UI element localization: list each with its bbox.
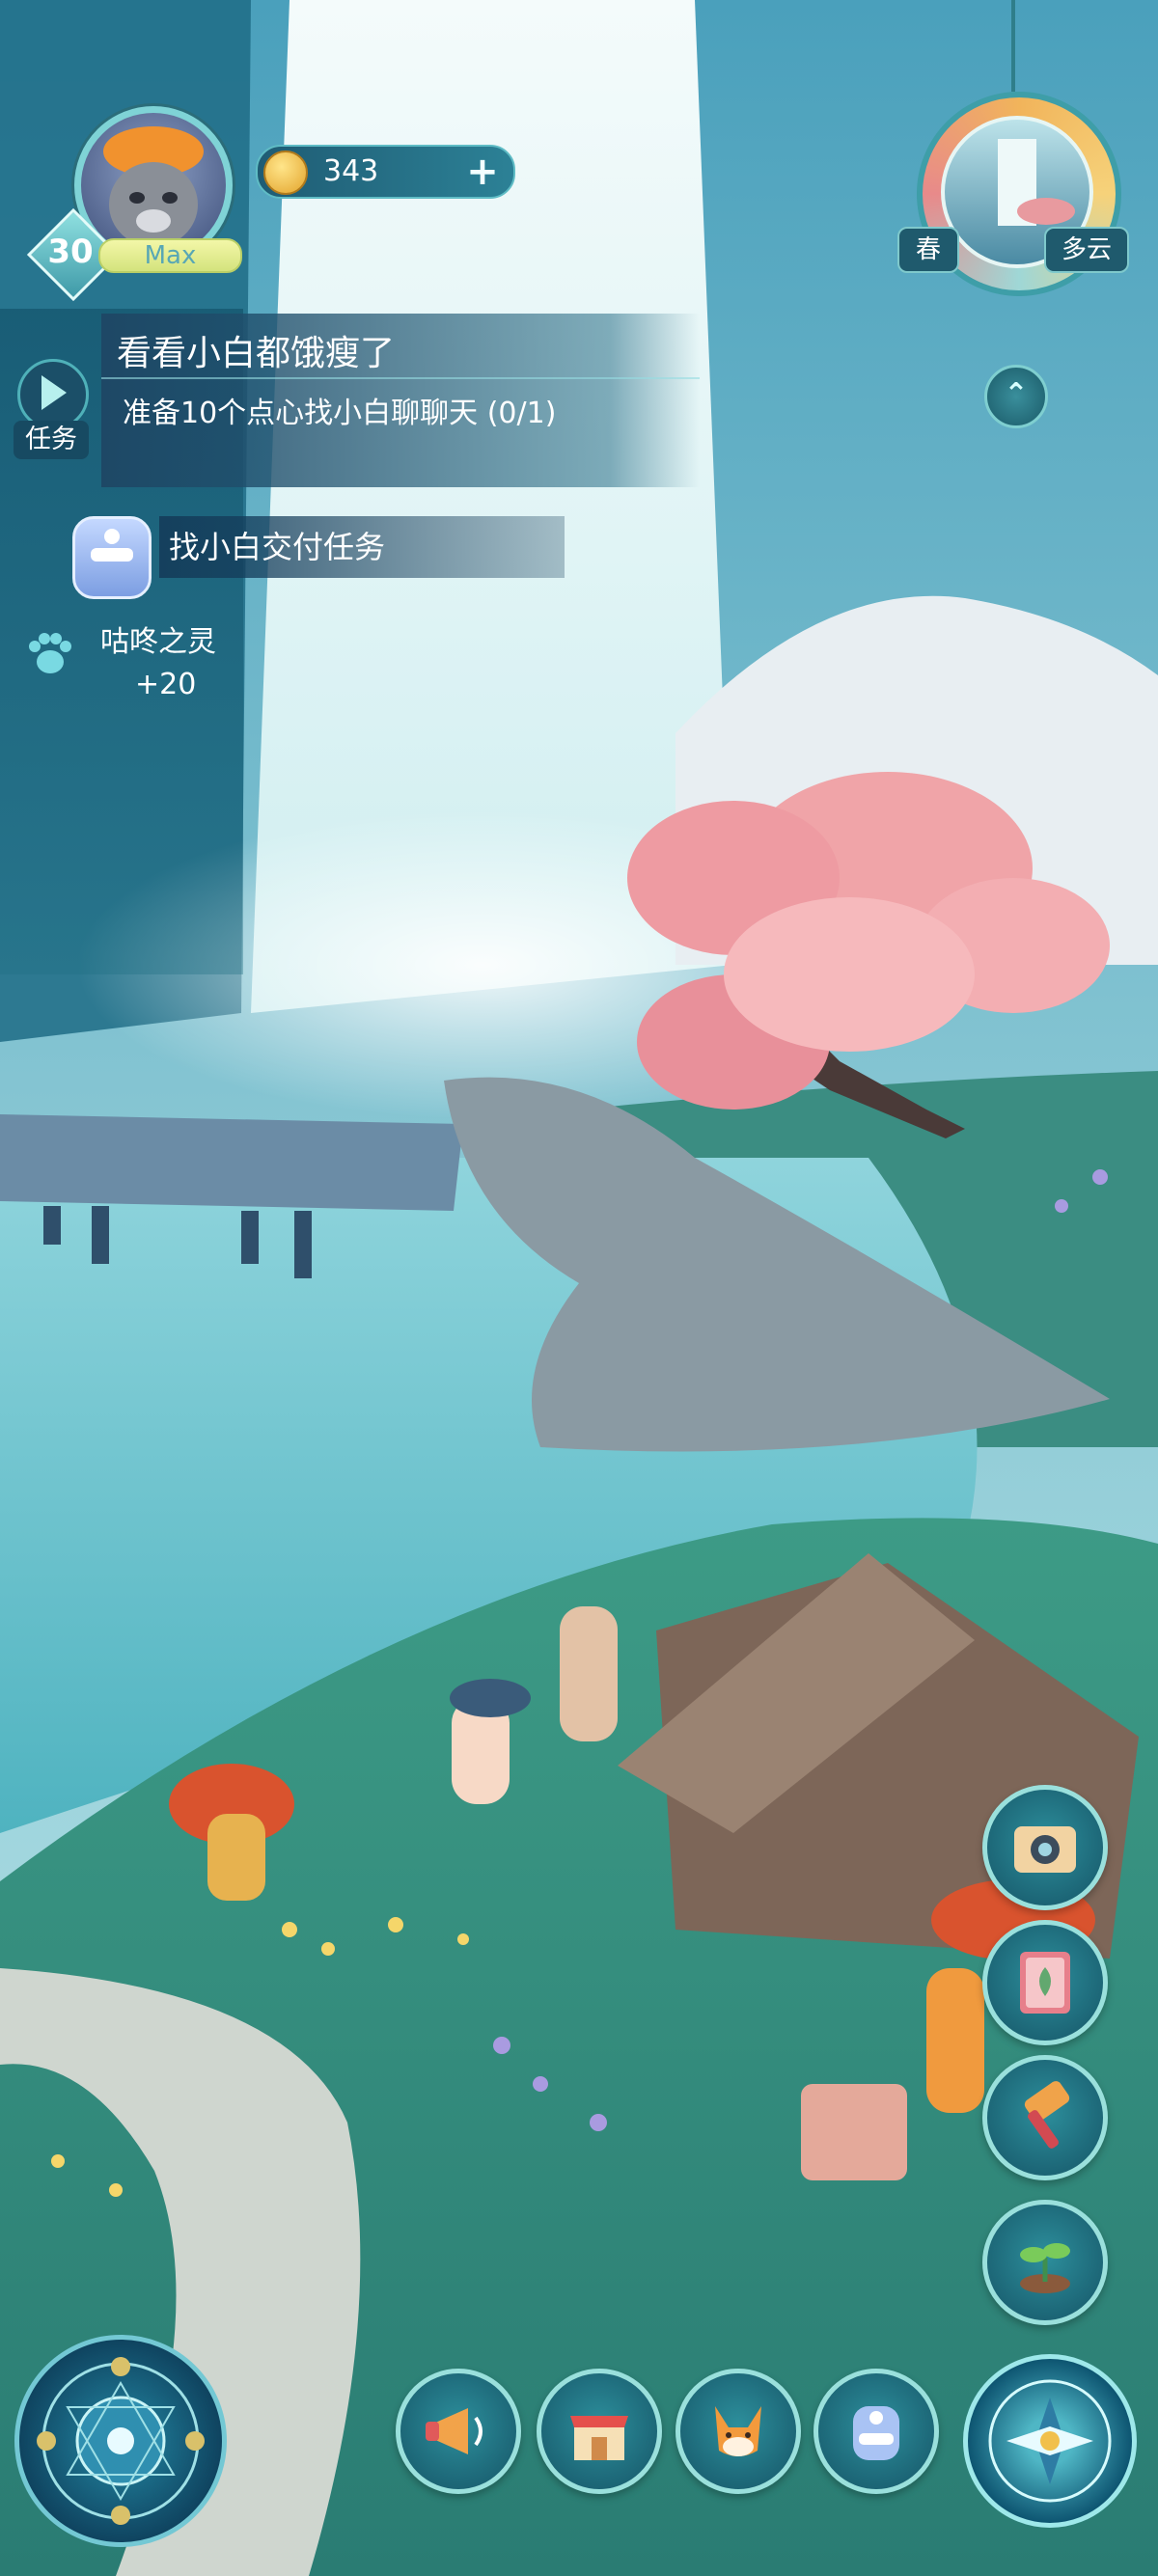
player-profile[interactable]: 30 Max — [26, 96, 242, 302]
dial-string — [1011, 0, 1015, 92]
player-name: Max — [98, 238, 242, 273]
backpack-icon — [853, 2406, 899, 2460]
deliver-task-hint: 找小白交付任务 — [169, 529, 386, 565]
weather-label: 多云 — [1044, 227, 1129, 273]
task-card[interactable]: 看看小白都饿瘦了 准备10个点心找小白聊聊天 (0/1) — [101, 314, 700, 487]
coin-counter: 343 + — [256, 145, 515, 199]
camera-icon — [1014, 1826, 1076, 1873]
build-button[interactable] — [982, 2055, 1108, 2180]
paw-icon — [29, 633, 71, 673]
shop-icon — [570, 2416, 628, 2460]
reward-name: 咕咚之灵 — [100, 625, 216, 659]
magic-circle-button[interactable] — [14, 2335, 227, 2547]
announcement-button[interactable] — [396, 2369, 521, 2494]
task-description: 准备10个点心找小白聊聊天 (0/1) — [123, 397, 557, 430]
camera-button[interactable] — [982, 1785, 1108, 1910]
coin-icon — [263, 151, 308, 195]
hammer-icon — [1024, 2081, 1070, 2149]
backpack-icon — [72, 516, 152, 599]
task-toggle-button[interactable] — [17, 359, 89, 430]
backpack-button[interactable] — [813, 2369, 939, 2494]
reward-amount: +20 — [135, 668, 197, 701]
task-divider — [101, 377, 700, 379]
plant-button[interactable] — [982, 2200, 1108, 2325]
pets-button[interactable] — [676, 2369, 801, 2494]
magic-circle-icon — [37, 2357, 205, 2525]
deliver-task-row[interactable]: 找小白交付任务 — [72, 516, 565, 599]
add-coins-button[interactable]: + — [461, 151, 504, 193]
album-icon — [1020, 1952, 1070, 2014]
season-weather-dial[interactable]: 春 多云 — [897, 0, 1129, 314]
shop-button[interactable] — [537, 2369, 662, 2494]
task-tab-label[interactable]: 任务 — [14, 421, 89, 459]
album-button[interactable] — [982, 1920, 1108, 2045]
player-level: 30 — [47, 233, 94, 271]
compass-icon — [988, 2379, 1112, 2503]
compass-button[interactable] — [963, 2354, 1137, 2528]
task-title: 看看小白都饿瘦了 — [117, 334, 396, 373]
fox-icon — [715, 2406, 761, 2456]
play-arrow-icon — [41, 375, 67, 410]
task-reward: 咕咚之灵 +20 — [21, 617, 253, 704]
megaphone-icon — [426, 2408, 482, 2454]
season-label: 春 — [897, 227, 959, 273]
sprout-icon — [1020, 2243, 1070, 2293]
chevron-up-icon[interactable]: ⌃ — [984, 365, 1048, 428]
coin-amount: 343 — [323, 154, 379, 188]
